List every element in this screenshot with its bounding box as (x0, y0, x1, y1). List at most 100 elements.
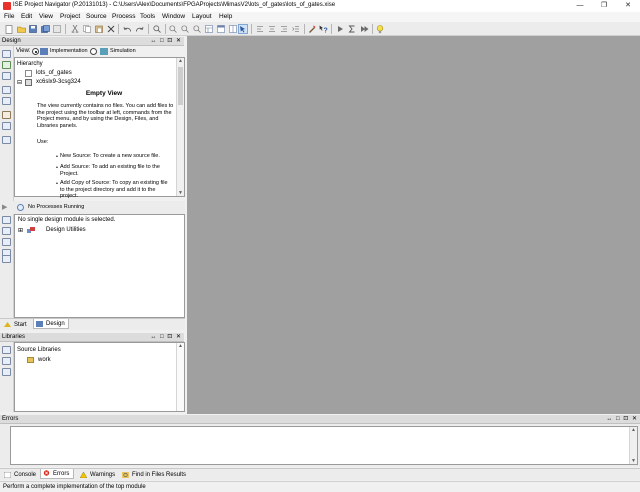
add-source-icon[interactable] (2, 61, 11, 69)
source-libraries-item[interactable]: Source Libraries (17, 347, 61, 353)
copy-icon[interactable] (82, 24, 92, 34)
menu-project[interactable]: Project (60, 13, 80, 20)
menu-file[interactable]: File (4, 13, 14, 20)
add-copy-source-icon[interactable] (2, 72, 11, 80)
tab-console[interactable]: Console (2, 470, 36, 480)
project-tree-item[interactable]: lots_of_gates (36, 70, 72, 76)
libraries-panel-window-buttons[interactable]: ↔ □ ⊡ ✕ (150, 333, 182, 340)
design-panel-window-buttons[interactable]: ↔ □ ⊡ ✕ (150, 37, 182, 44)
menu-window[interactable]: Window (162, 13, 185, 20)
menu-help[interactable]: Help (219, 13, 232, 20)
navigator-tabs: Start Design (0, 318, 185, 330)
view-design-summary-icon[interactable] (2, 255, 11, 263)
scroll-down-arrow[interactable]: ▼ (177, 190, 184, 196)
module-view-icon[interactable] (2, 122, 11, 130)
device-tree-item[interactable]: xc6slx9-3csg324 (36, 79, 81, 85)
zoom-in-icon[interactable] (168, 24, 178, 34)
errors-scrollbar[interactable]: ▲ ▼ (629, 427, 637, 464)
errors-panel-body: ▲ ▼ (0, 424, 640, 467)
tab-start-label: Start (14, 322, 27, 328)
menu-process[interactable]: Process (112, 13, 135, 20)
tab-design[interactable]: Design (33, 319, 69, 329)
libraries-panel: Source Libraries work ▲ (14, 342, 185, 412)
indent-icon[interactable] (291, 24, 301, 34)
save-all-icon[interactable] (40, 24, 50, 34)
editor-workspace[interactable] (187, 36, 640, 414)
run-icon[interactable] (335, 24, 345, 34)
errors-panel-window-buttons[interactable]: ↔ □ ⊡ ✕ (606, 415, 638, 422)
open-file-icon[interactable] (16, 24, 26, 34)
save-icon[interactable] (28, 24, 38, 34)
new-source-icon[interactable] (2, 50, 11, 58)
tab-errors[interactable]: Errors (40, 469, 75, 479)
bullet-add-copy-source: Add Copy of Source: To copy an existing … (60, 180, 168, 199)
expand-toggle-icon[interactable]: ⊞ (18, 227, 23, 234)
close-button[interactable]: ✕ (616, 0, 640, 12)
view-label: View: (16, 48, 31, 54)
simulation-option-label[interactable]: Simulation (110, 48, 136, 54)
design-panel-title: Design (2, 38, 21, 44)
minimize-button[interactable]: — (568, 0, 592, 12)
stop-icon[interactable] (2, 238, 11, 246)
library-props-icon[interactable] (2, 368, 11, 376)
errors-list[interactable]: ▲ ▼ (10, 426, 638, 465)
edit-constraints-icon[interactable] (307, 24, 317, 34)
menu-edit[interactable]: Edit (21, 13, 32, 20)
menu-tools[interactable]: Tools (140, 13, 155, 20)
scroll-up-arrow[interactable]: ▲ (630, 427, 637, 433)
zoom-out-icon[interactable] (180, 24, 190, 34)
implementation-option-label[interactable]: Implementation (50, 48, 88, 54)
new-file-icon[interactable] (4, 24, 14, 34)
align-left-icon[interactable] (255, 24, 265, 34)
run-process-icon[interactable]: ▶ (2, 203, 7, 211)
library-add-icon[interactable] (2, 357, 11, 365)
rerun-icon[interactable] (2, 216, 11, 224)
menu-layout[interactable]: Layout (192, 13, 212, 20)
library-new-icon[interactable] (2, 346, 11, 354)
lightbulb-icon[interactable] (375, 24, 385, 34)
simulation-radio[interactable] (90, 48, 97, 55)
design-utilities-item[interactable]: Design Utilities (46, 227, 86, 233)
scroll-thumb[interactable] (178, 67, 183, 105)
scroll-up-arrow[interactable]: ▲ (177, 58, 184, 64)
cut-icon[interactable] (70, 24, 80, 34)
remove-icon[interactable] (2, 111, 11, 119)
design-utilities-icon (27, 227, 35, 234)
delete-icon[interactable] (106, 24, 116, 34)
implementation-radio[interactable] (32, 48, 39, 55)
toolbar-separator (372, 24, 373, 34)
expand-toggle-icon[interactable]: ⊟ (17, 79, 22, 86)
sum-icon[interactable] (347, 24, 357, 34)
window-icon[interactable] (216, 24, 226, 34)
layout-icon[interactable] (204, 24, 214, 34)
properties-icon[interactable] (52, 24, 62, 34)
run-all-icon[interactable] (359, 24, 369, 34)
find-icon[interactable] (152, 24, 162, 34)
rerun-all-icon[interactable] (2, 227, 11, 235)
paste-icon[interactable] (94, 24, 104, 34)
tile-icon[interactable] (228, 24, 238, 34)
menu-view[interactable]: View (39, 13, 53, 20)
process-status-icon (17, 204, 24, 211)
redo-icon[interactable] (134, 24, 144, 34)
hierarchy-icon[interactable] (2, 86, 11, 94)
expand-all-icon[interactable] (2, 97, 11, 105)
align-center-icon[interactable] (267, 24, 277, 34)
maximize-button[interactable]: ❐ (592, 0, 616, 12)
work-library-item[interactable]: work (38, 357, 51, 363)
scroll-up-arrow[interactable]: ▲ (177, 343, 184, 349)
align-right-icon[interactable] (279, 24, 289, 34)
zoom-fit-icon[interactable] (192, 24, 202, 34)
find-module-icon[interactable] (2, 136, 11, 144)
tab-find-in-files[interactable]: Find in Files Results (120, 470, 186, 480)
scroll-down-arrow[interactable]: ▼ (630, 458, 637, 464)
undo-icon[interactable] (122, 24, 132, 34)
hierarchy-scrollbar[interactable]: ▲ ▼ (176, 58, 184, 196)
help-cursor-icon[interactable]: ? (318, 24, 328, 34)
simulation-icon (100, 48, 108, 55)
pointer-tool-icon[interactable] (238, 24, 248, 34)
menu-source[interactable]: Source (86, 13, 107, 20)
tab-start[interactable]: Start (2, 320, 32, 330)
tab-warnings[interactable]: Warnings (78, 470, 115, 480)
libraries-scrollbar[interactable]: ▲ (176, 343, 184, 411)
